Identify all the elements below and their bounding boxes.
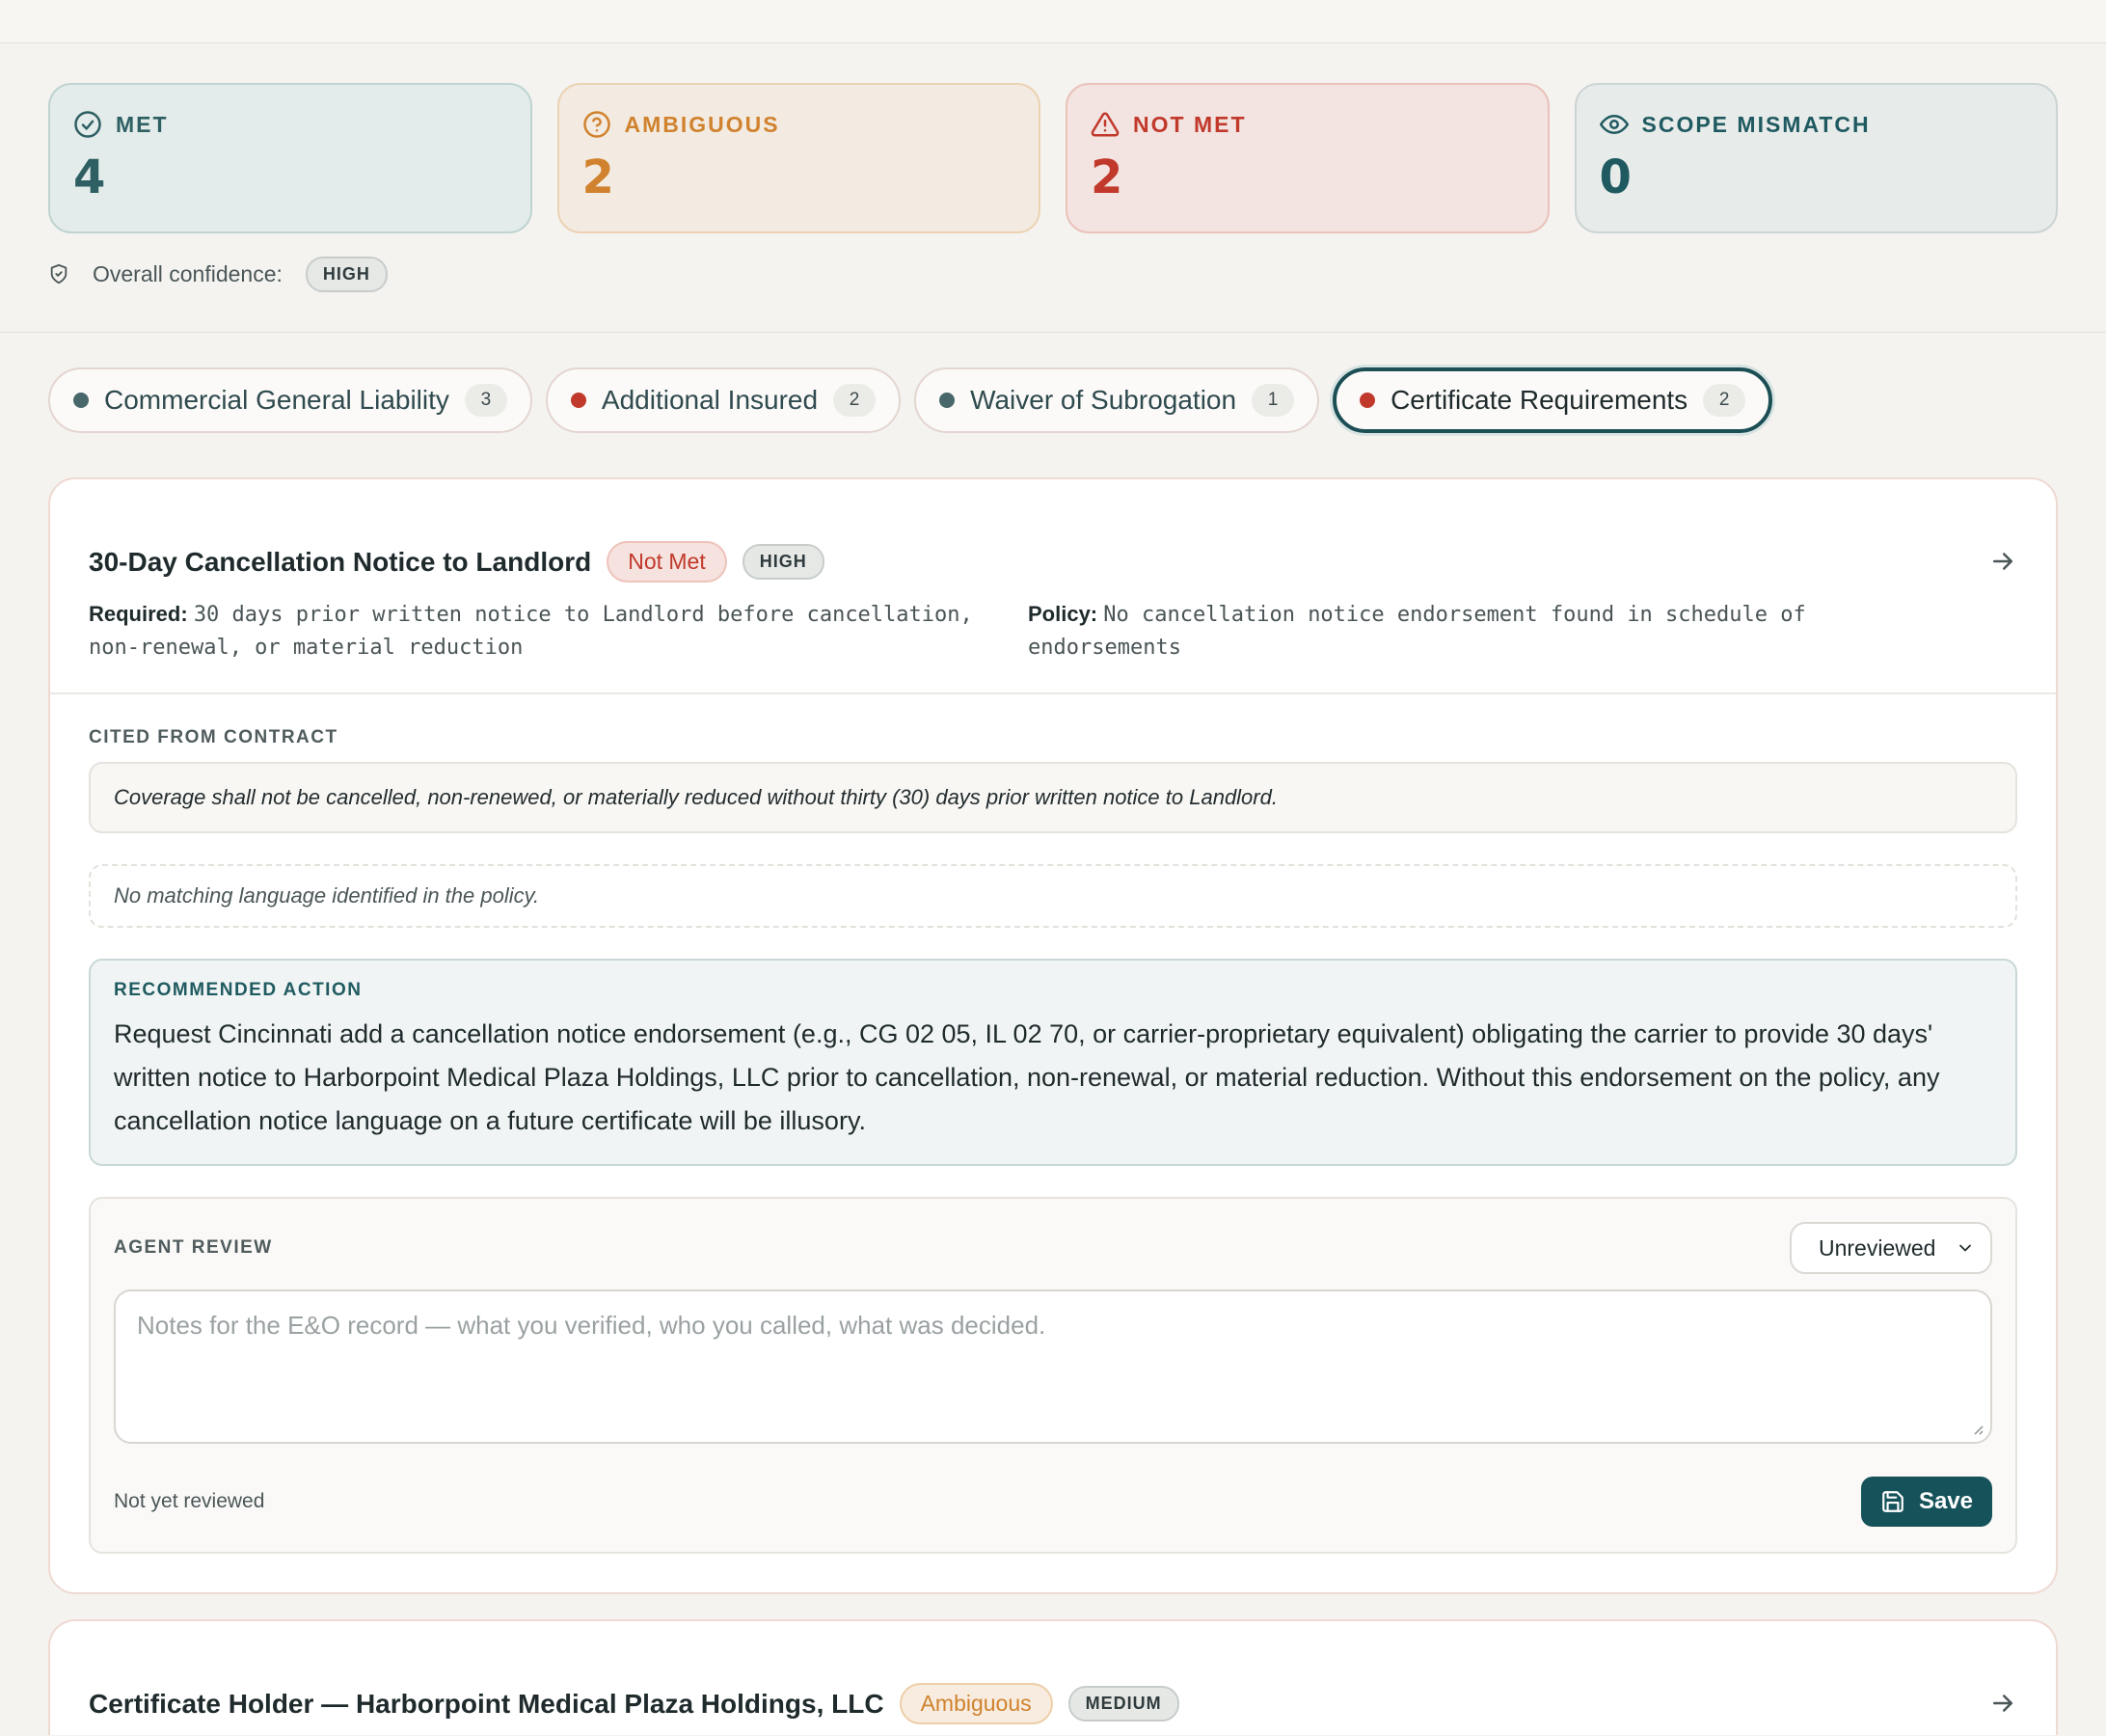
tab-count: 1: [1252, 384, 1295, 417]
tab-count: 3: [464, 384, 507, 417]
stat-row: MET 4 AMBIGUOUS 2 NOT MET 2 SCOPE MISMAT…: [48, 83, 2058, 233]
notes-placeholder: Notes for the E&O record — what you veri…: [137, 1311, 1046, 1340]
requirement-card: Certificate Holder — Harborpoint Medical…: [48, 1619, 2058, 1735]
confidence-label: Overall confidence:: [93, 260, 283, 286]
status-dot: [73, 393, 89, 408]
stat-not-met-value: 2: [1091, 150, 1123, 204]
stat-ambiguous: AMBIGUOUS 2: [556, 83, 1040, 233]
stat-not-met: NOT MET 2: [1066, 83, 1550, 233]
check-circle-icon: [74, 111, 101, 138]
tab-label: Certificate Requirements: [1390, 385, 1688, 415]
confidence-badge: HIGH: [305, 256, 388, 292]
confidence-badge: HIGH: [742, 544, 824, 580]
status-dot: [939, 393, 956, 408]
policy-match-text: No matching language identified in the p…: [89, 864, 2017, 928]
save-label: Save: [1918, 1488, 1973, 1514]
requirement-title: Certificate Holder — Harborpoint Medical…: [89, 1688, 884, 1719]
tab-commercial-general-liability[interactable]: Commercial General Liability 3: [48, 367, 532, 433]
policy-label: Policy:: [1028, 602, 1098, 626]
recommended-action: RECOMMENDED ACTION Request Cincinnati ad…: [89, 959, 2017, 1166]
required-label: Required:: [89, 602, 188, 626]
stat-scope-mismatch: SCOPE MISMATCH 0: [1574, 83, 2058, 233]
arrow-right-icon[interactable]: [1988, 1689, 2017, 1718]
tab-label: Waiver of Subrogation: [970, 385, 1237, 415]
stat-not-met-label: NOT MET: [1133, 111, 1247, 137]
requirement-card: 30-Day Cancellation Notice to Landlord N…: [48, 477, 2058, 1594]
confidence-badge: MEDIUM: [1067, 1686, 1179, 1722]
status-dot: [570, 393, 586, 408]
stat-met-value: 4: [73, 150, 106, 204]
status-badge: Ambiguous: [899, 1683, 1053, 1724]
tab-certificate-requirements[interactable]: Certificate Requirements 2: [1333, 367, 1773, 433]
save-icon: [1882, 1491, 1904, 1512]
arrow-right-icon[interactable]: [1988, 547, 2017, 576]
save-button[interactable]: Save: [1860, 1477, 1992, 1527]
recommended-action-text: Request Cincinnati add a cancellation no…: [114, 1019, 1940, 1135]
help-circle-icon: [582, 111, 610, 138]
summary-panel: MET 4 AMBIGUOUS 2 NOT MET 2 SCOPE MISMAT…: [0, 43, 2106, 333]
status-dot: [1360, 393, 1376, 408]
stat-met: MET 4: [48, 83, 532, 233]
warning-triangle-icon: [1091, 112, 1120, 137]
overall-confidence: Overall confidence: HIGH: [48, 256, 2058, 292]
policy-value: No cancellation notice endorsement found…: [1028, 603, 1806, 660]
tab-count: 2: [1703, 384, 1746, 417]
status-badge: Not Met: [607, 541, 727, 583]
chevron-down-icon: [1959, 1244, 1971, 1252]
required-text: Required: 30 days prior written notice t…: [89, 598, 1028, 664]
cited-contract-text: Coverage shall not be cancelled, non-ren…: [89, 762, 2017, 833]
tab-count: 2: [833, 384, 877, 417]
recommended-action-label: RECOMMENDED ACTION: [114, 980, 363, 1000]
stat-scope-value: 0: [1599, 150, 1632, 204]
eye-icon: [1599, 115, 1629, 134]
tab-additional-insured[interactable]: Additional Insured 2: [545, 367, 902, 433]
top-bar: [0, 0, 2106, 43]
policy-text: Policy: No cancellation notice endorseme…: [1028, 598, 1967, 664]
card-header: Certificate Holder — Harborpoint Medical…: [50, 1621, 2056, 1736]
stat-ambiguous-label: AMBIGUOUS: [624, 111, 780, 137]
category-tabs: Commercial General Liability 3 Additiona…: [0, 333, 2106, 441]
review-status-text: Not yet reviewed: [114, 1490, 265, 1512]
cited-label: CITED FROM CONTRACT: [89, 727, 338, 747]
card-body: CITED FROM CONTRACT Coverage shall not b…: [50, 694, 2056, 1592]
review-status-select[interactable]: Unreviewed: [1790, 1222, 1992, 1274]
stat-scope-label: SCOPE MISMATCH: [1641, 111, 1871, 137]
requirement-title: 30-Day Cancellation Notice to Landlord: [89, 546, 592, 577]
tab-label: Commercial General Liability: [104, 385, 449, 415]
required-value: 30 days prior written notice to Landlord…: [89, 603, 973, 660]
review-notes-input[interactable]: Notes for the E&O record — what you veri…: [114, 1289, 1992, 1444]
tab-waiver-of-subrogation[interactable]: Waiver of Subrogation 1: [914, 367, 1320, 433]
shield-check-icon: [50, 263, 68, 285]
review-status-value: Unreviewed: [1819, 1234, 1936, 1261]
resize-grip-icon[interactable]: [1969, 1421, 1984, 1436]
stat-met-label: MET: [116, 111, 169, 137]
card-header: 30-Day Cancellation Notice to Landlord N…: [50, 479, 2056, 694]
stat-ambiguous-value: 2: [581, 150, 614, 204]
agent-review-label: AGENT REVIEW: [114, 1237, 273, 1258]
tab-label: Additional Insured: [601, 385, 819, 415]
agent-review: AGENT REVIEW Unreviewed Notes for the E&…: [89, 1197, 2017, 1554]
